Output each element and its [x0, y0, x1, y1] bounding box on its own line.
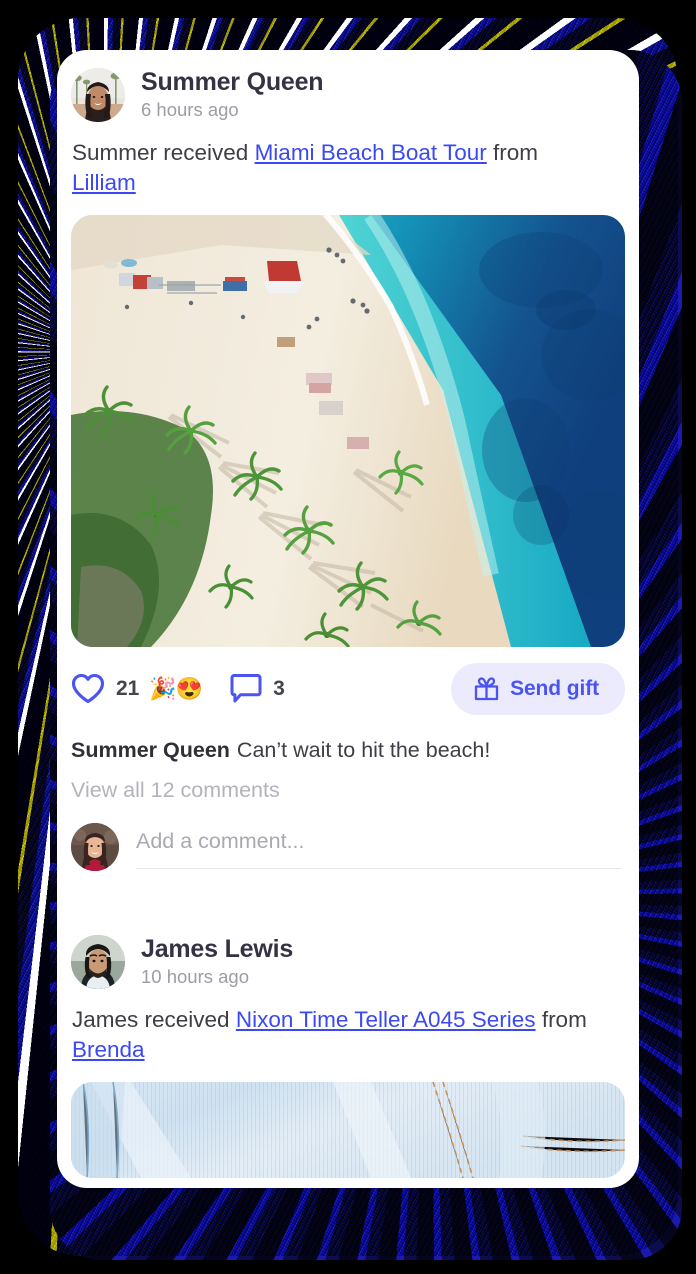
- post-author-block: James Lewis 10 hours ago: [141, 935, 293, 990]
- post-author-block: Summer Queen 6 hours ago: [141, 68, 324, 123]
- post-timestamp: 6 hours ago: [141, 99, 239, 120]
- sender-link[interactable]: Brenda: [72, 1037, 145, 1062]
- avatar-james-lewis[interactable]: [71, 935, 125, 990]
- top-comment: Summer Queen Can’t wait to hit the beach!: [71, 737, 625, 765]
- gift-link[interactable]: Nixon Time Teller A045 Series: [236, 1007, 536, 1032]
- heart-icon[interactable]: [71, 673, 105, 704]
- post-author-name: James Lewis: [141, 934, 294, 963]
- view-all-comments-link[interactable]: View all 12 comments: [71, 778, 625, 803]
- screenshot-stage: Summer Queen 6 hours ago Summer received…: [0, 0, 696, 1274]
- post-action-bar: 21 🎉😍 3 Send gift: [71, 662, 625, 715]
- post-description: Summer received Miami Beach Boat Tour fr…: [71, 123, 591, 198]
- gift-link[interactable]: Miami Beach Boat Tour: [255, 140, 487, 165]
- reaction-emoji[interactable]: 🎉😍: [149, 677, 203, 700]
- comment-text: Can’t wait to hit the beach!: [236, 737, 491, 762]
- comment-group: 3: [230, 673, 285, 704]
- gift-icon: [473, 676, 500, 702]
- add-comment-row: [71, 822, 625, 875]
- post-timestamp: 10 hours ago: [141, 965, 250, 987]
- comment-bubble-icon[interactable]: [230, 673, 262, 704]
- feed-post-1: Summer Queen 6 hours ago Summer received…: [57, 50, 639, 875]
- like-count: 21: [116, 676, 140, 700]
- like-group: 21 🎉😍: [71, 673, 203, 704]
- avatar-current-user[interactable]: [71, 822, 119, 871]
- add-comment-input[interactable]: [136, 828, 621, 854]
- post-description: James received Nixon Time Teller A045 Se…: [71, 990, 591, 1065]
- feed-post-2: James Lewis 10 hours ago James received …: [57, 917, 639, 1178]
- avatar-summer-queen[interactable]: [71, 68, 125, 123]
- social-feed[interactable]: Summer Queen 6 hours ago Summer received…: [57, 50, 639, 1188]
- sender-link[interactable]: Lilliam: [72, 170, 136, 195]
- post-media-denim[interactable]: [71, 1081, 625, 1178]
- send-gift-label: Send gift: [510, 676, 599, 700]
- post-text-prefix: Summer received: [72, 139, 255, 165]
- send-gift-button[interactable]: Send gift: [451, 662, 625, 715]
- post-header: James Lewis 10 hours ago: [71, 917, 625, 990]
- post-text-middle: from: [486, 139, 539, 165]
- post-media-beach[interactable]: [71, 214, 625, 647]
- post-separator: [57, 875, 639, 917]
- post-text-middle: from: [535, 1006, 587, 1032]
- post-text-prefix: James received: [72, 1006, 236, 1032]
- comment-input-wrap: [136, 823, 621, 869]
- post-author-name: Summer Queen: [141, 68, 324, 96]
- phone-screen: Summer Queen 6 hours ago Summer received…: [57, 50, 639, 1188]
- post-header: Summer Queen 6 hours ago: [71, 50, 625, 123]
- comment-count: 3: [273, 676, 285, 700]
- comment-author[interactable]: Summer Queen: [71, 738, 230, 762]
